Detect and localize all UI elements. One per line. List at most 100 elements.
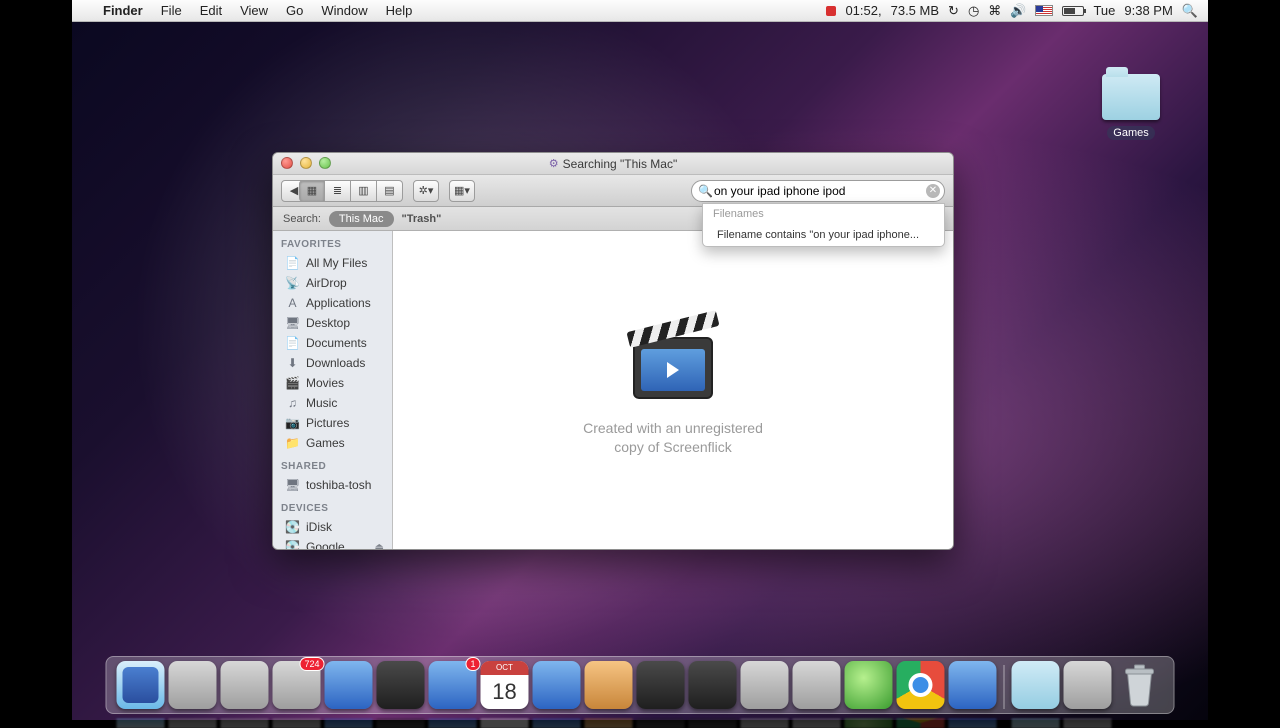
dock-safari[interactable] xyxy=(325,661,373,709)
sync-icon[interactable]: ↻ xyxy=(948,3,959,19)
bluetooth-icon[interactable]: ⌘ xyxy=(988,3,1001,19)
smart-folder-icon: ⚙ xyxy=(549,157,559,170)
finder-sidebar: FAVORITES 📄All My Files 📡AirDrop AApplic… xyxy=(273,231,393,549)
finder-content: Created with an unregistered copy of Scr… xyxy=(393,231,953,549)
sidebar-item-idisk[interactable]: 💽iDisk xyxy=(273,517,392,537)
window-titlebar[interactable]: ⚙ Searching "This Mac" xyxy=(273,153,953,175)
search-field[interactable]: 🔍 ✕ xyxy=(691,180,945,202)
sidebar-item-label: AirDrop xyxy=(306,276,347,290)
folder-icon xyxy=(1102,74,1160,120)
column-view-button[interactable]: ▥ xyxy=(351,180,377,202)
dock-finder[interactable] xyxy=(117,661,165,709)
clock-day[interactable]: Tue xyxy=(1093,3,1115,18)
music-icon: ♫ xyxy=(285,396,300,410)
dock-preview[interactable] xyxy=(741,661,789,709)
calendar-day: 18 xyxy=(481,675,529,709)
sidebar-item-all-my-files[interactable]: 📄All My Files xyxy=(273,253,392,273)
sidebar-item-google[interactable]: 💽Google…⏏ xyxy=(273,537,392,549)
scope-this-mac[interactable]: This Mac xyxy=(329,211,394,227)
menu-window[interactable]: Window xyxy=(312,3,376,18)
menu-edit[interactable]: Edit xyxy=(191,3,231,18)
coverflow-view-button[interactable]: ▤ xyxy=(377,180,403,202)
sidebar-item-movies[interactable]: 🎬 Movies xyxy=(273,373,392,393)
app-menu[interactable]: Finder xyxy=(94,3,152,18)
dock-iphoto[interactable] xyxy=(637,661,685,709)
search-input[interactable] xyxy=(714,184,922,198)
window-minimize-button[interactable] xyxy=(300,157,312,169)
suggestions-header: Filenames xyxy=(703,204,944,224)
computer-icon: 🖥 xyxy=(285,478,300,492)
sidebar-header-shared: SHARED xyxy=(273,453,392,475)
menu-go[interactable]: Go xyxy=(277,3,312,18)
documents-icon: 📄 xyxy=(285,336,300,350)
appstore-badge: 1 xyxy=(465,657,480,671)
timemachine-icon[interactable]: ◷ xyxy=(968,3,979,19)
window-zoom-button[interactable] xyxy=(319,157,331,169)
recording-indicator-icon[interactable] xyxy=(826,6,836,16)
watermark-text: Created with an unregistered copy of Scr… xyxy=(583,419,763,457)
dock-app-store[interactable]: 1 xyxy=(429,661,477,709)
dock-trash[interactable] xyxy=(1116,661,1164,709)
search-icon: 🔍 xyxy=(698,184,713,198)
sidebar-item-documents[interactable]: 📄 Documents xyxy=(273,333,392,353)
dock-utorrent[interactable] xyxy=(845,661,893,709)
sidebar-item-games[interactable]: 📁Games xyxy=(273,433,392,453)
disk-icon: 💽 xyxy=(285,520,300,534)
sidebar-item-toshiba[interactable]: 🖥 toshiba-tosh xyxy=(273,475,392,495)
menu-view[interactable]: View xyxy=(231,3,277,18)
sidebar-item-downloads[interactable]: ⬇ Downloads xyxy=(273,353,392,373)
scope-trash[interactable]: "Trash" xyxy=(402,213,442,225)
sidebar-item-music[interactable]: ♫ Music xyxy=(273,393,392,413)
dock-launchpad[interactable] xyxy=(169,661,217,709)
desktop-folder-label: Games xyxy=(1107,126,1154,140)
sidebar-item-label: Downloads xyxy=(306,356,365,370)
dock-downloads-stack[interactable] xyxy=(1012,661,1060,709)
dock-chrome[interactable] xyxy=(897,661,945,709)
dock-documents-stack[interactable] xyxy=(1064,661,1112,709)
dock: 724 1 OCT 18 xyxy=(106,656,1175,714)
list-view-button[interactable]: ≣ xyxy=(325,180,351,202)
pictures-icon: 📷 xyxy=(285,416,300,430)
dock-mail[interactable]: 724 xyxy=(273,661,321,709)
clock-time[interactable]: 9:38 PM xyxy=(1124,3,1172,18)
sidebar-item-airdrop[interactable]: 📡AirDrop xyxy=(273,273,392,293)
window-close-button[interactable] xyxy=(281,157,293,169)
sidebar-item-label: toshiba-tosh xyxy=(306,478,371,492)
sidebar-item-label: Documents xyxy=(306,336,367,350)
sidebar-item-label: Music xyxy=(306,396,337,410)
menu-help[interactable]: Help xyxy=(377,3,422,18)
arrange-menu-button[interactable]: ▦▾ xyxy=(449,180,475,202)
sidebar-item-label: Google… xyxy=(306,540,357,549)
dock-mission-control[interactable] xyxy=(221,661,269,709)
movies-icon: 🎬 xyxy=(285,376,300,390)
menu-file[interactable]: File xyxy=(152,3,191,18)
icon-view-button[interactable]: ▦ xyxy=(299,180,325,202)
dock-ical[interactable]: OCT 18 xyxy=(481,661,529,709)
dock-contacts[interactable] xyxy=(585,661,633,709)
eject-icon[interactable]: ⏏ xyxy=(375,542,384,550)
sidebar-item-label: Desktop xyxy=(306,316,350,330)
sidebar-item-pictures[interactable]: 📷Pictures xyxy=(273,413,392,433)
sidebar-item-desktop[interactable]: 🖥Desktop xyxy=(273,313,392,333)
dock-facetime[interactable] xyxy=(377,661,425,709)
search-suggestions: Filenames Filename contains "on your ipa… xyxy=(702,203,945,247)
battery-icon[interactable] xyxy=(1062,6,1084,16)
dock-itunes[interactable] xyxy=(533,661,581,709)
clear-search-button[interactable]: ✕ xyxy=(926,184,940,198)
input-source-icon[interactable] xyxy=(1035,5,1053,16)
sidebar-item-label: Applications xyxy=(306,296,371,310)
watermark-line: Created with an unregistered xyxy=(583,419,763,438)
dock-photo-booth[interactable] xyxy=(793,661,841,709)
dock-screenflick[interactable] xyxy=(949,661,997,709)
spotlight-icon[interactable]: 🔍 xyxy=(1182,3,1198,19)
dock-imovie[interactable] xyxy=(689,661,737,709)
desktop-folder-games[interactable]: Games xyxy=(1094,74,1168,141)
sidebar-item-applications[interactable]: AApplications xyxy=(273,293,392,313)
sidebar-item-label: Movies xyxy=(306,376,344,390)
suggestion-item[interactable]: Filename contains "on your ipad iphone..… xyxy=(703,224,944,246)
volume-icon[interactable]: 🔊 xyxy=(1010,3,1026,19)
dock-separator xyxy=(1004,665,1005,709)
mail-badge: 724 xyxy=(299,657,324,671)
downloads-icon: ⬇ xyxy=(285,356,300,370)
action-menu-button[interactable]: ✲▾ xyxy=(413,180,439,202)
